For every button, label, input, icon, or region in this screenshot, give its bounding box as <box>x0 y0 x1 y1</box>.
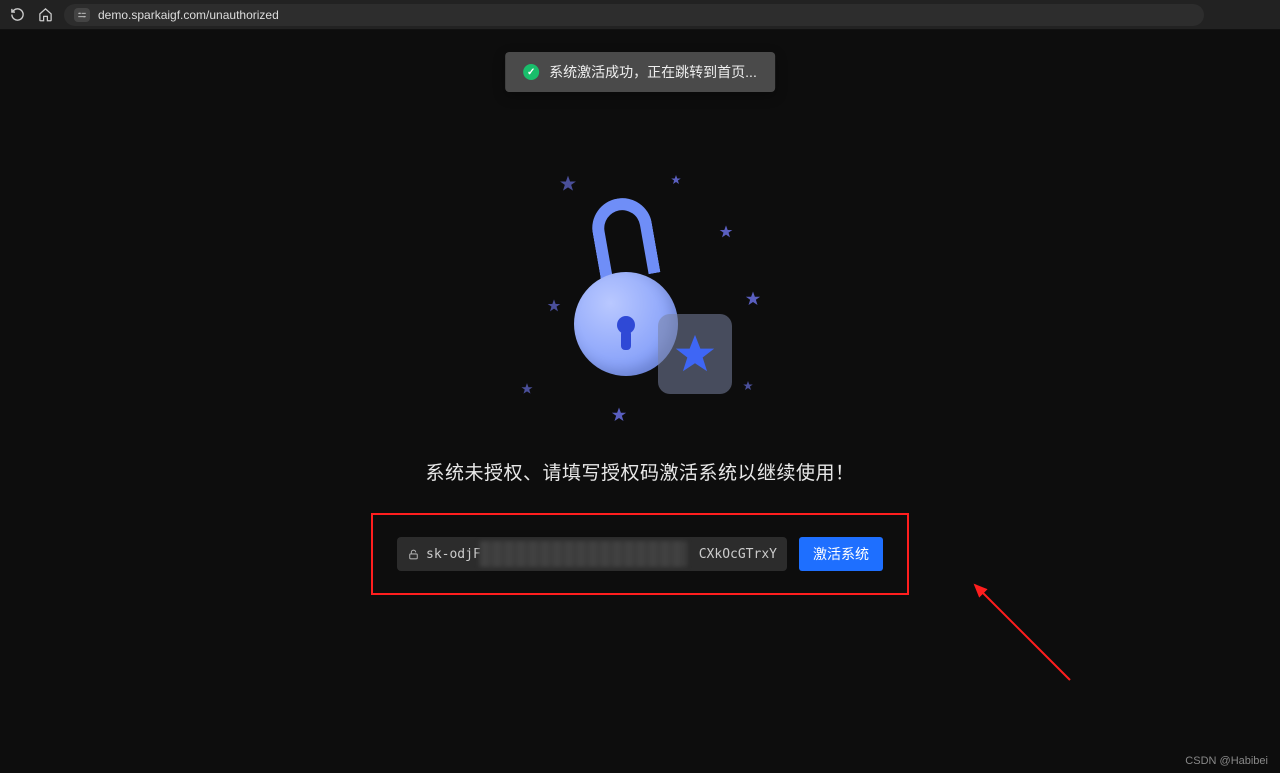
home-icon[interactable] <box>36 6 54 24</box>
star-icon <box>610 406 628 424</box>
license-redacted <box>479 541 687 567</box>
check-icon: ✓ <box>523 64 539 80</box>
keyhole-icon <box>617 316 635 334</box>
lock-icon <box>407 548 420 561</box>
url-bar[interactable]: demo.sparkaigf.com/unauthorized <box>64 4 1204 26</box>
toast-success: ✓ 系统激活成功，正在跳转到首页... <box>505 52 775 92</box>
toast-message: 系统激活成功，正在跳转到首页... <box>549 62 757 82</box>
star-icon <box>520 382 534 396</box>
site-settings-icon[interactable] <box>74 8 90 22</box>
page-content: ✓ 系统激活成功，正在跳转到首页... 系统未授权、请填写授权码激活系统以继续使… <box>0 30 1280 773</box>
star-icon <box>546 298 562 314</box>
annotation-arrow <box>960 570 1080 690</box>
star-icon <box>558 174 578 194</box>
page-title: 系统未授权、请填写授权码激活系统以继续使用！ <box>425 458 854 485</box>
lock-shackle <box>588 193 661 282</box>
lock-illustration <box>510 170 770 430</box>
star-icon <box>718 224 734 240</box>
watermark: CSDN @Habibei <box>1185 755 1268 767</box>
activate-button[interactable]: 激活系统 <box>799 537 883 571</box>
star-card <box>658 314 732 394</box>
reload-icon[interactable] <box>8 6 26 24</box>
star-icon <box>744 290 762 308</box>
browser-toolbar: demo.sparkaigf.com/unauthorized <box>0 0 1280 30</box>
license-suffix: CXkOcGTrxY <box>699 547 777 562</box>
license-input-wrap[interactable]: sk-odjF. CXkOcGTrxY <box>397 537 787 571</box>
star-icon <box>672 331 718 377</box>
star-icon <box>742 380 754 392</box>
activation-form: sk-odjF. CXkOcGTrxY 激活系统 <box>371 513 909 595</box>
star-icon <box>670 174 682 186</box>
url-text: demo.sparkaigf.com/unauthorized <box>98 8 279 22</box>
